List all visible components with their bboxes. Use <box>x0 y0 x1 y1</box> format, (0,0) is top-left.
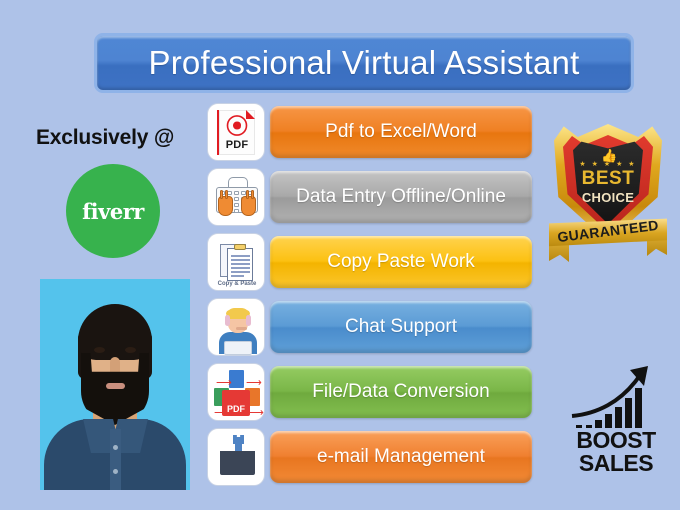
service-button-chat-support[interactable]: Chat Support <box>270 301 532 353</box>
service-label: Data Entry Offline/Online <box>296 186 506 207</box>
virtual-assistant-poster: Professional Virtual Assistant Exclusive… <box>0 0 680 510</box>
service-label: e-mail Management <box>317 446 485 467</box>
fiverr-logo-badge: fiverr <box>66 164 160 258</box>
badge-stars: ★ ★ ★ ★ ★ <box>579 161 637 168</box>
envelope-flap-sides <box>220 451 255 467</box>
hand-right-icon <box>241 190 256 216</box>
conversion-arrow-icon: ⟶ <box>216 377 232 389</box>
clipboard-copy-paste-icon: Copy & Paste <box>207 233 265 291</box>
clipboard-front-sheet <box>227 248 253 281</box>
hand-left-icon <box>218 190 233 216</box>
portrait-hair <box>78 304 152 360</box>
headset-earpiece-right <box>246 315 251 326</box>
fiverr-wordmark: fiverr <box>82 198 144 224</box>
service-row[interactable]: e-mail Management <box>207 426 532 488</box>
conversion-arrow-icon: ⟶ <box>248 407 264 419</box>
service-button-pdf-to-excel-word[interactable]: Pdf to Excel/Word <box>270 106 532 158</box>
service-row[interactable]: ⟶ ⟶ ⟶ ⟶ PDF File/Data Conversion <box>207 361 532 423</box>
bar-chart-bar <box>635 388 642 428</box>
service-label: Pdf to Excel/Word <box>325 121 477 142</box>
boost-sales-graphic: BOOST SALES <box>564 364 668 482</box>
portrait-mouth <box>106 383 125 389</box>
portrait-eyebrow-left <box>91 340 107 344</box>
service-button-email-management[interactable]: e-mail Management <box>270 431 532 483</box>
service-row[interactable]: Chat Support <box>207 296 532 358</box>
service-row[interactable]: Data Entry Offline/Online <box>207 166 532 228</box>
profile-portrait-photo <box>40 279 190 490</box>
badge-line-1: BEST <box>581 168 635 189</box>
pdf-file-icon: ⦿ PDF <box>207 103 265 161</box>
service-label: Chat Support <box>345 316 457 337</box>
keyboard-typing-hands-icon <box>207 168 265 226</box>
bar-chart-bar <box>605 414 612 428</box>
clipboard-clip <box>234 244 246 250</box>
headset-earpiece-left <box>225 315 230 326</box>
service-label: File/Data Conversion <box>312 381 490 402</box>
portrait-shirt-placket <box>110 429 121 490</box>
badge-line-2: CHOICE <box>581 190 635 205</box>
pdf-icon-label: PDF <box>227 404 245 414</box>
clipboard-icon-label: Copy & Paste <box>217 281 257 287</box>
page-title: Professional Virtual Assistant <box>148 44 580 81</box>
portrait-eye-left <box>94 347 105 353</box>
portrait-eyebrow-right <box>122 340 138 344</box>
bar-chart-bar <box>625 398 632 428</box>
portrait-shirt-button <box>113 445 118 450</box>
conversion-arrow-icon: ⟶ <box>246 377 262 389</box>
exclusively-label: Exclusively @ <box>36 126 175 149</box>
best-choice-guaranteed-badge: 👍 ★ ★ ★ ★ ★ BEST CHOICE GUARANTEED <box>549 124 667 272</box>
service-row[interactable]: Copy & Paste Copy Paste Work <box>207 231 532 293</box>
envelope-wrench-icon <box>207 428 265 486</box>
pdf-icon-label: PDF <box>225 139 249 151</box>
service-row[interactable]: ⦿ PDF Pdf to Excel/Word <box>207 101 532 163</box>
bar-chart-bar <box>615 407 622 428</box>
title-banner: Professional Virtual Assistant <box>94 33 634 93</box>
service-button-file-data-conversion[interactable]: File/Data Conversion <box>270 366 532 418</box>
acrobat-swirl-icon: ⦿ <box>226 114 249 140</box>
support-agent-headset-icon <box>207 298 265 356</box>
portrait-eye-right <box>125 347 136 353</box>
headset-microphone-icon <box>236 327 247 330</box>
service-label: Copy Paste Work <box>327 251 475 272</box>
service-button-copy-paste-work[interactable]: Copy Paste Work <box>270 236 532 288</box>
service-button-data-entry[interactable]: Data Entry Offline/Online <box>270 171 532 223</box>
laptop-icon <box>224 341 252 355</box>
file-conversion-icon: ⟶ ⟶ ⟶ ⟶ PDF <box>207 363 265 421</box>
headset-band-icon <box>226 310 250 314</box>
portrait-shirt-button <box>113 469 118 474</box>
boost-sales-line-2: SALES <box>578 450 654 476</box>
